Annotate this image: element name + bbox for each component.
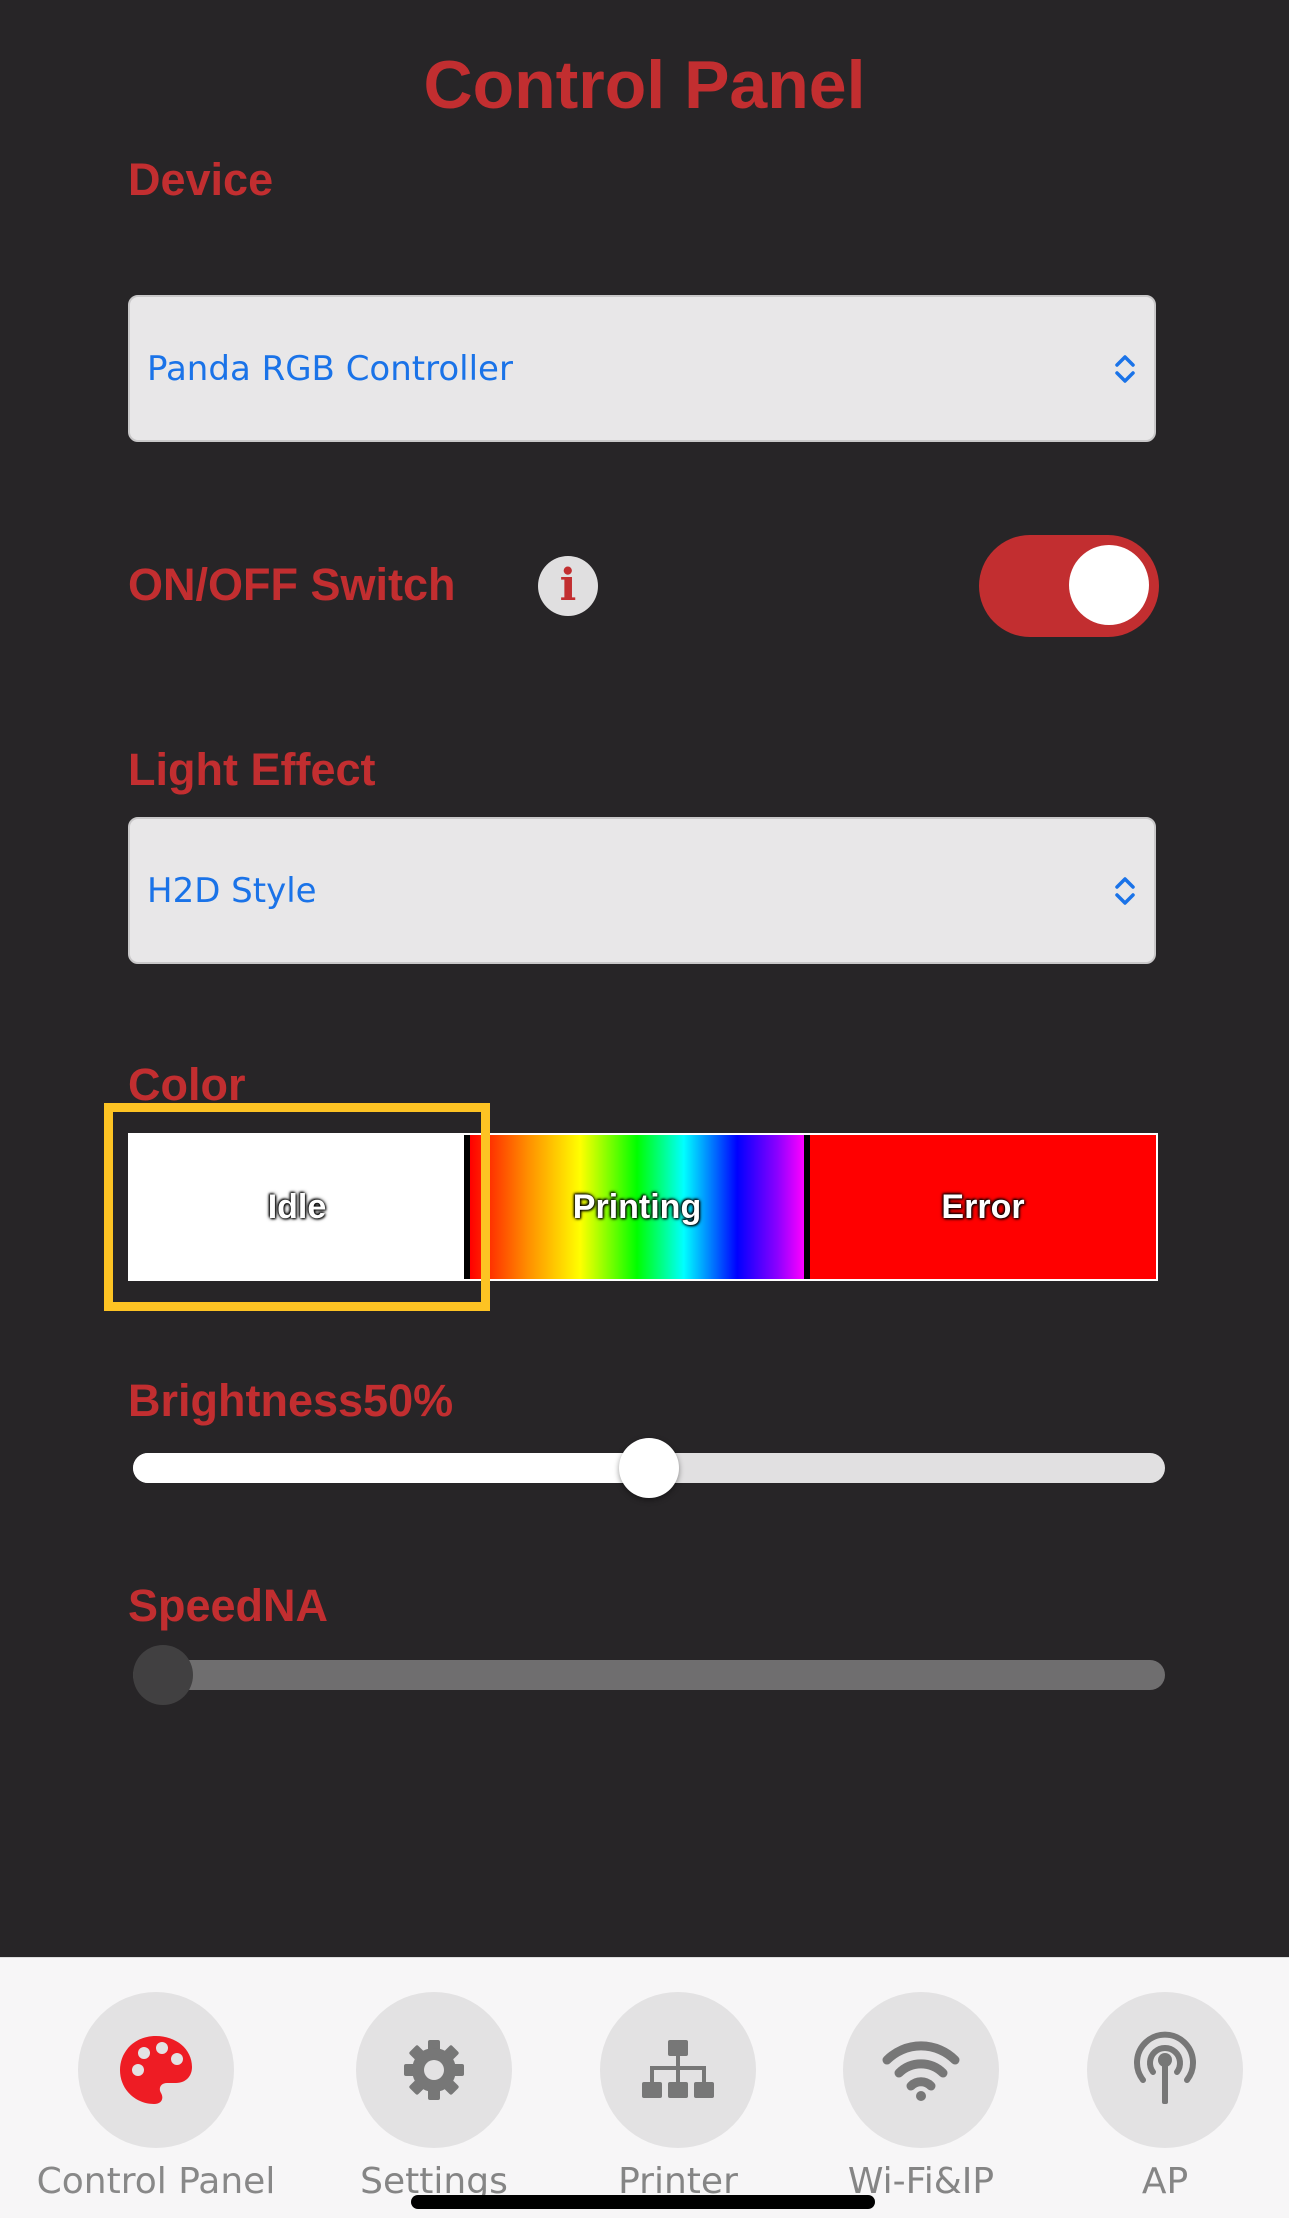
device-label: Device: [128, 154, 274, 205]
tab-wifi-ip[interactable]: [843, 1992, 999, 2148]
color-segment-error[interactable]: Error: [810, 1135, 1156, 1279]
bottom-tab-bar: Control Panel Settings Printer Wi-Fi&IP …: [0, 1957, 1289, 2218]
speed-slider-thumb: [133, 1645, 193, 1705]
home-indicator: [411, 2195, 875, 2209]
info-icon[interactable]: i: [538, 556, 598, 616]
brightness-label: Brightness50%: [128, 1375, 454, 1426]
tab-label-ap: AP: [1141, 2161, 1189, 2202]
power-switch-label: ON/OFF Switch: [128, 559, 456, 610]
brightness-slider-fill: [133, 1453, 649, 1483]
chevron-up-down-icon: [1115, 876, 1135, 905]
tab-label-control-panel: Control Panel: [36, 2161, 276, 2202]
tab-printer[interactable]: [600, 1992, 756, 2148]
device-select[interactable]: Panda RGB Controller: [128, 295, 1156, 442]
wifi-icon: [882, 2041, 960, 2101]
tab-ap[interactable]: [1087, 1992, 1243, 2148]
speed-slider: [133, 1660, 1165, 1690]
tab-settings[interactable]: [356, 1992, 512, 2148]
light-effect-select-value: H2D Style: [147, 870, 317, 911]
page-title: Control Panel: [423, 47, 866, 123]
antenna-icon: [1134, 2031, 1196, 2104]
speed-label: SpeedNA: [128, 1580, 329, 1631]
gear-icon: [404, 2040, 464, 2100]
toggle-knob: [1069, 545, 1149, 625]
network-tree-icon: [642, 2040, 714, 2098]
power-toggle[interactable]: [979, 535, 1159, 637]
color-segment-printing[interactable]: Printing: [470, 1135, 810, 1279]
brightness-slider-thumb[interactable]: [619, 1438, 679, 1498]
device-select-value: Panda RGB Controller: [147, 348, 513, 389]
app-root: Control Panel Device Panda RGB Controlle…: [0, 0, 1289, 2218]
color-segment-label: Printing: [572, 1187, 702, 1226]
chevron-up-down-icon: [1115, 354, 1135, 383]
selected-segment-highlight: [104, 1103, 490, 1311]
tab-control-panel[interactable]: [78, 1992, 234, 2148]
color-segment-label: Error: [941, 1187, 1025, 1226]
light-effect-select[interactable]: H2D Style: [128, 817, 1156, 964]
light-effect-label: Light Effect: [128, 744, 376, 795]
palette-icon: [120, 2036, 192, 2104]
